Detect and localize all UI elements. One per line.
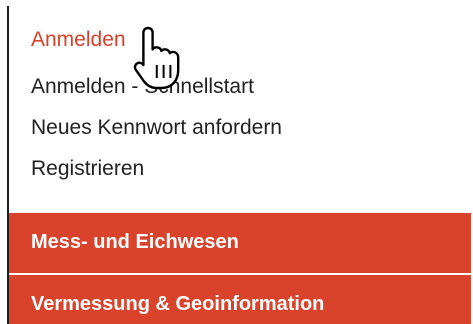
menu-item-anmelden-schnellstart[interactable]: Anmelden - Schnellstart (31, 75, 254, 99)
login-menu-panel: Anmelden Anmelden - Schnellstart Neues K… (7, 6, 471, 324)
menu-item-registrieren[interactable]: Registrieren (31, 157, 144, 181)
screenshot-frame: Anmelden Anmelden - Schnellstart Neues K… (0, 0, 473, 324)
menu-item-anmelden[interactable]: Anmelden (31, 28, 126, 52)
menu-item-neues-kennwort[interactable]: Neues Kennwort anfordern (31, 116, 282, 140)
login-submenu: Anmelden Anmelden - Schnellstart Neues K… (9, 6, 471, 211)
nav-item-vermessung-geoinformation[interactable]: Vermessung & Geoinformation (7, 273, 471, 324)
nav-item-mess-und-eichwesen[interactable]: Mess- und Eichwesen (7, 211, 471, 273)
